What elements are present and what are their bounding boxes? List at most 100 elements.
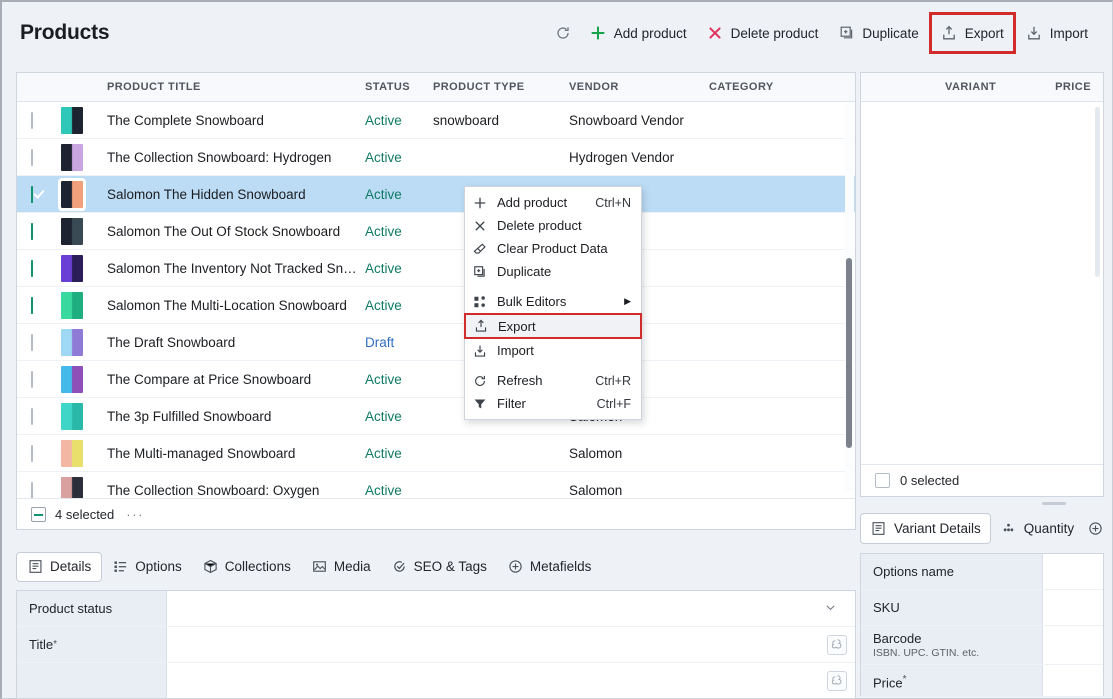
grid-scrollbar-thumb[interactable] (846, 258, 852, 448)
tab-metafields-right[interactable] (1083, 513, 1113, 544)
label-sku-text: SKU (873, 600, 900, 615)
variant-row-price: Price* (861, 665, 1103, 696)
row-checkbox[interactable] (31, 481, 33, 499)
duplicate-button[interactable]: Duplicate (828, 14, 928, 52)
tab-seo-tags[interactable]: SEO & Tags (381, 552, 497, 582)
tab-quantity[interactable]: Quantity (991, 513, 1083, 544)
menu-duplicate[interactable]: Duplicate (465, 260, 641, 283)
column-header-variant[interactable]: VARIANT (945, 81, 996, 93)
cell-vendor: Snowboard Vendor (569, 112, 684, 128)
quantity-icon (1000, 520, 1017, 537)
variants-scrollbar-thumb[interactable] (1095, 107, 1100, 277)
row-checkbox-cell (17, 444, 59, 462)
field-product-status[interactable] (167, 591, 855, 626)
metafields-icon (507, 558, 524, 575)
row-checkbox-cell (17, 259, 59, 277)
tab-media[interactable]: Media (301, 552, 381, 582)
variants-scrollbar[interactable] (1094, 107, 1101, 277)
menu-refresh[interactable]: Refresh Ctrl+R (465, 369, 641, 392)
ai-assist-icon[interactable] (827, 634, 847, 655)
variants-selection-summary: 0 selected (900, 473, 960, 488)
refresh-icon (473, 374, 497, 388)
menu-delete-product[interactable]: Delete product (465, 214, 641, 237)
table-row[interactable]: The Compare at Price Snowboard Active (17, 361, 855, 398)
row-checkbox[interactable] (31, 259, 33, 277)
table-row[interactable]: Salomon The Multi-Location Snowboard Acti… (17, 287, 855, 324)
table-row[interactable]: Salomon The Inventory Not Tracked Sno...… (17, 250, 855, 287)
collections-icon (202, 558, 219, 575)
table-row[interactable]: The Draft Snowboard Draft (17, 324, 855, 361)
column-header-product-type[interactable]: PRODUCT TYPE (433, 81, 569, 93)
menu-export[interactable]: Export (464, 313, 642, 339)
select-all-checkbox[interactable] (31, 506, 46, 522)
row-checkbox[interactable] (31, 185, 33, 203)
cell-vendor: Salomon (569, 445, 623, 461)
menu-add-product[interactable]: Add product Ctrl+N (465, 191, 641, 214)
row-thumbnail-cell (58, 177, 107, 211)
menu-clear-product-data-label: Clear Product Data (497, 241, 608, 256)
row-checkbox[interactable] (31, 370, 33, 388)
row-thumbnail-cell (59, 402, 107, 430)
row-checkbox[interactable] (31, 111, 33, 129)
row-checkbox[interactable] (31, 296, 33, 314)
row-checkbox[interactable] (31, 222, 33, 240)
table-row[interactable]: The Complete Snowboard Active snowboard Sno… (17, 102, 855, 139)
tab-variant-details[interactable]: Variant Details (860, 512, 991, 544)
cell-vendor: Hydrogen Vendor (569, 149, 675, 165)
menu-clear-product-data[interactable]: Clear Product Data (465, 237, 641, 260)
menu-bulk-editors[interactable]: Bulk Editors ▶ (465, 290, 641, 313)
column-header-vendor[interactable]: VENDOR (569, 81, 709, 93)
toolbar: Add product Delete product Duplicate Exp… (547, 12, 1112, 54)
column-header-product-title[interactable]: PRODUCT TITLE (107, 81, 365, 93)
table-row[interactable]: The Collection Snowboard: Hydrogen Active… (17, 139, 855, 176)
grid-vertical-scrollbar[interactable] (845, 103, 854, 491)
import-button[interactable]: Import (1016, 14, 1098, 52)
export-button[interactable]: Export (928, 12, 1016, 54)
variants-panel: VARIANT PRICE 0 selected (860, 72, 1104, 497)
row-checkbox-cell (17, 111, 59, 129)
field-description[interactable] (167, 663, 855, 698)
selection-more-button[interactable]: ··· (126, 507, 144, 522)
delete-product-button[interactable]: Delete product (697, 14, 829, 52)
row-checkbox-cell (17, 185, 59, 203)
cell-status: Active (365, 445, 402, 461)
menu-import[interactable]: Import (465, 339, 641, 362)
panel-resize-handle[interactable] (1042, 502, 1066, 505)
table-row[interactable]: Salomon The Hidden Snowboard Active (17, 176, 855, 213)
row-checkbox[interactable] (31, 444, 33, 462)
tab-collections[interactable]: Collections (192, 552, 301, 582)
menu-refresh-shortcut: Ctrl+R (595, 373, 631, 388)
export-icon (474, 319, 498, 333)
tab-details[interactable]: Details (16, 551, 103, 582)
cell-status: Active (365, 223, 402, 239)
column-header-status[interactable]: STATUS (365, 81, 433, 93)
row-checkbox[interactable] (31, 407, 33, 425)
field-title[interactable] (167, 627, 855, 662)
variants-select-all-checkbox[interactable] (875, 473, 890, 488)
application-window: Products Add product Delete product Dupl… (0, 0, 1113, 699)
table-row[interactable]: The Multi-managed Snowboard Active Salomon (17, 435, 855, 472)
cell-product-type: snowboard (433, 112, 500, 128)
tab-metafields[interactable]: Metafields (497, 552, 602, 582)
row-checkbox[interactable] (31, 333, 33, 351)
details-form: Product status Title * (16, 590, 856, 699)
refresh-button[interactable] (547, 14, 580, 52)
add-product-button[interactable]: Add product (580, 14, 697, 52)
row-checkbox[interactable] (31, 148, 33, 166)
menu-add-product-label: Add product (497, 195, 568, 210)
column-header-price[interactable]: PRICE (1055, 81, 1091, 93)
column-header-category[interactable]: CATEGORY (709, 81, 849, 93)
form-row-title: Title * (17, 627, 855, 663)
menu-filter[interactable]: Filter Ctrl+F (465, 392, 641, 415)
tab-options[interactable]: Options (102, 552, 192, 582)
table-row[interactable]: Salomon The Out Of Stock Snowboard Active (17, 213, 855, 250)
ai-assist-icon[interactable] (827, 670, 847, 691)
required-marker: * (902, 674, 907, 686)
chevron-down-icon[interactable] (824, 601, 847, 617)
required-marker: * (53, 639, 57, 650)
table-row[interactable]: The 3p Fulfilled SnowboardActiveSalomon (17, 398, 855, 435)
variant-details-form: Options name SKU Barcode ISBN. UPC. GTIN… (860, 553, 1104, 696)
row-checkbox-cell (17, 222, 59, 240)
label-product-status: Product status (17, 591, 167, 626)
menu-refresh-label: Refresh (497, 373, 543, 388)
